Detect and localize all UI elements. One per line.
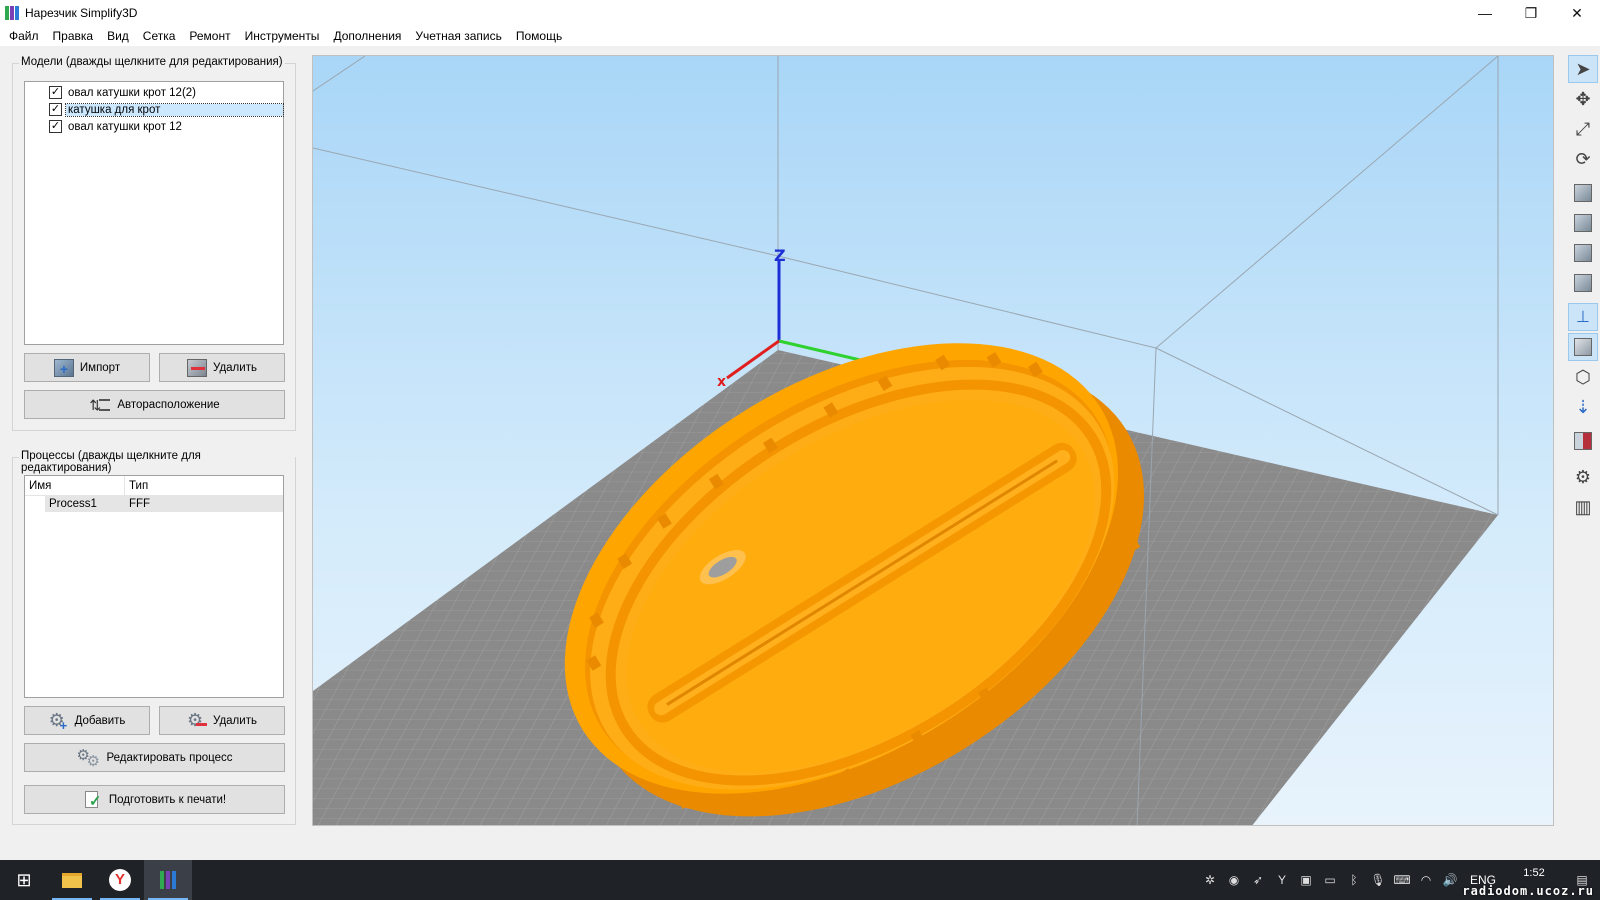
remove-model-button[interactable]: Удалить (159, 353, 285, 382)
yandex-browser-icon[interactable]: Y (96, 860, 144, 900)
process-name: Process1 (49, 498, 97, 510)
autoarrange-icon: ⇅ (89, 396, 111, 414)
import-button[interactable]: + Импорт (24, 353, 150, 382)
prepare-print-label: Подготовить к печати! (108, 793, 227, 806)
wifi-icon[interactable]: ◠ (1414, 873, 1438, 887)
processes-header: Имя Тип (25, 476, 283, 496)
move-icon[interactable]: ✥ (1568, 85, 1598, 113)
import-label: Импорт (79, 361, 121, 374)
processes-group-title: Процессы (дважды щелкните для редактиров… (19, 450, 295, 474)
rotate-icon[interactable]: ⟳ (1568, 145, 1598, 173)
app-logo-icon (5, 6, 19, 20)
process-row[interactable]: Process1 FFF (45, 496, 283, 512)
add-process-button[interactable]: ⚙ + Добавить (24, 706, 150, 735)
menu-tools[interactable]: Инструменты (238, 26, 327, 46)
window-title: Нарезчик Simplify3D (25, 6, 138, 20)
tray-network-app-icon[interactable]: ▣ (1294, 873, 1318, 887)
scale-icon[interactable]: ⤢ (1568, 115, 1598, 143)
model-item[interactable]: ✓ овал катушки крот 12(2) (25, 84, 283, 101)
add-process-label: Добавить (74, 714, 126, 727)
simplify3d-taskbar-icon[interactable] (144, 860, 192, 900)
tray-app-icon[interactable]: ✲ (1198, 873, 1222, 887)
model-item[interactable]: ✓ овал катушки крот 12 (25, 118, 283, 135)
model-checkbox[interactable]: ✓ (49, 120, 62, 133)
remove-cube-icon (187, 358, 208, 377)
models-group: Модели (дважды щелкните для редактирован… (12, 56, 296, 431)
model-label: катушка для крот (65, 102, 284, 117)
model-label: овал катушки крот 12(2) (68, 86, 197, 99)
close-button[interactable]: ✕ (1554, 0, 1600, 26)
menu-help[interactable]: Помощь (509, 26, 569, 46)
input-method-icon[interactable]: ⌨ (1390, 873, 1414, 887)
wireframe-icon[interactable]: ⬡ (1568, 363, 1598, 391)
view-side-icon[interactable] (1568, 269, 1598, 297)
checklist-icon: ✓ (83, 790, 103, 810)
window-controls: — ❐ ✕ (1462, 0, 1600, 26)
axes-icon[interactable]: ⊥ (1568, 303, 1598, 331)
view-front-icon[interactable] (1568, 209, 1598, 237)
normals-icon[interactable]: ⇣ (1568, 393, 1598, 421)
menu-file[interactable]: Файл (2, 26, 46, 46)
processes-list[interactable]: Имя Тип Process1 FFF (24, 475, 284, 698)
remove-process-button[interactable]: ⚙ Удалить (159, 706, 285, 735)
cross-section-icon[interactable] (1568, 427, 1598, 455)
menu-repair[interactable]: Ремонт (182, 26, 237, 46)
model-label: овал катушки крот 12 (68, 120, 182, 133)
gears-icon: ⚙ ⚙ (76, 746, 100, 770)
watermark: radiodom.ucoz.ru (1462, 884, 1594, 898)
supports-icon[interactable]: ▥ (1568, 493, 1598, 521)
menu-edit[interactable]: Правка (46, 26, 101, 46)
tray-display-icon[interactable]: ▭ (1318, 873, 1342, 887)
3d-viewport[interactable]: Z x (312, 55, 1554, 826)
remove-model-label: Удалить (213, 361, 257, 374)
models-list[interactable]: ✓ овал катушки крот 12(2) ✓ катушка для … (24, 81, 284, 345)
edit-process-button[interactable]: ⚙ ⚙ Редактировать процесс (24, 743, 285, 772)
col-type-header[interactable]: Тип (125, 476, 283, 495)
process-type: FFF (129, 498, 151, 510)
menu-bar: Файл Правка Вид Сетка Ремонт Инструменты… (0, 26, 1600, 46)
start-windows-icon[interactable]: ⊞ (0, 860, 48, 900)
menu-view[interactable]: Вид (100, 26, 136, 46)
scene-canvas[interactable]: Z x (313, 56, 1554, 826)
svg-text:x: x (717, 374, 726, 390)
view-iso-icon[interactable] (1568, 179, 1598, 207)
col-name-header[interactable]: Имя (25, 476, 125, 495)
title-bar: Нарезчик Simplify3D — ❐ ✕ (0, 0, 1600, 26)
tray-rocket-icon[interactable]: ➶ (1246, 873, 1270, 887)
models-group-title: Модели (дважды щелкните для редактирован… (19, 56, 285, 68)
autoarrange-button[interactable]: ⇅ Авторасположение (24, 390, 285, 419)
import-cube-icon: + (53, 358, 74, 377)
solid-view-icon[interactable] (1568, 333, 1598, 361)
menu-mesh[interactable]: Сетка (136, 26, 183, 46)
restore-button[interactable]: ❐ (1508, 0, 1554, 26)
bluetooth-icon[interactable]: ᛒ (1342, 873, 1366, 887)
model-checkbox[interactable]: ✓ (49, 86, 62, 99)
settings-gear-icon[interactable]: ⚙ (1568, 463, 1598, 491)
select-arrow-icon[interactable]: ➤ (1568, 55, 1598, 83)
tray-yandex-icon[interactable]: Y (1270, 873, 1294, 887)
minimize-button[interactable]: — (1462, 0, 1508, 26)
clock-time: 1:52 (1523, 867, 1545, 879)
model-item[interactable]: ✓ катушка для крот (25, 101, 284, 118)
volume-icon[interactable]: 🔊 (1438, 873, 1462, 887)
edit-process-label: Редактировать процесс (106, 751, 233, 764)
remove-process-label: Удалить (213, 714, 257, 727)
autoarrange-label: Авторасположение (117, 398, 220, 411)
file-explorer-icon[interactable] (48, 860, 96, 900)
model-checkbox[interactable]: ✓ (49, 103, 62, 116)
tray-viber-icon[interactable]: ◉ (1222, 873, 1246, 887)
menu-account[interactable]: Учетная запись (408, 26, 508, 46)
svg-text:Z: Z (774, 246, 786, 265)
prepare-print-button[interactable]: ✓ Подготовить к печати! (24, 785, 285, 814)
menu-addons[interactable]: Дополнения (326, 26, 408, 46)
view-top-icon[interactable] (1568, 239, 1598, 267)
microphone-icon[interactable]: 🎙 (1366, 873, 1390, 887)
add-gear-icon: ⚙ + (48, 709, 68, 733)
remove-gear-icon: ⚙ (187, 710, 208, 730)
processes-group: Процессы (дважды щелкните для редактиров… (12, 450, 296, 825)
taskbar: ⊞ Y ✲ ◉ ➶ Y ▣ ▭ ᛒ 🎙 ⌨ ◠ 🔊 ENG 1:52 ▤ rad… (0, 860, 1600, 900)
view-toolbar: ➤ ✥ ⤢ ⟳ ⊥ ⬡ ⇣ ⚙ ▥ (1566, 55, 1600, 838)
